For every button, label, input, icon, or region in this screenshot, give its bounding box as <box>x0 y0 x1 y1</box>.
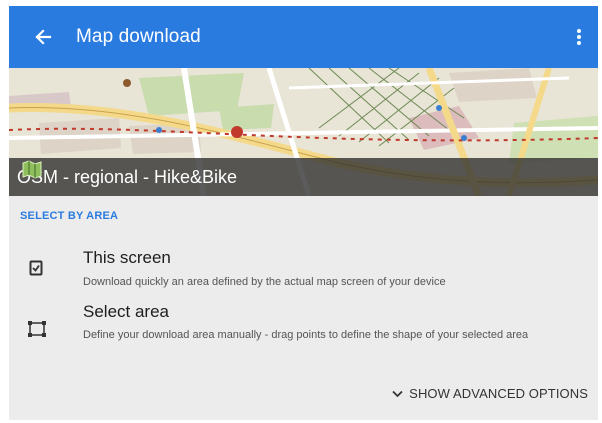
page-title: Map download <box>76 26 201 47</box>
option-description: Download quickly an area defined by the … <box>83 276 446 288</box>
show-advanced-options-label: SHOW ADVANCED OPTIONS <box>409 386 588 401</box>
option-select-area[interactable]: Select area Define your download area ma… <box>9 300 598 364</box>
more-vertical-icon <box>577 29 581 45</box>
screen-check-icon <box>29 260 43 276</box>
map-preview[interactable]: OSM - regional - Hike&Bike <box>9 68 598 196</box>
option-this-screen[interactable]: This screen Download quickly an area def… <box>9 244 598 294</box>
map-layer-icon <box>22 160 42 179</box>
app-bar: Map download <box>9 6 598 68</box>
option-title: Select area <box>83 302 169 321</box>
back-button[interactable] <box>32 26 54 48</box>
section-header: SELECT BY AREA <box>20 210 119 222</box>
app-screen: Map download OSM - regional - Hike&Bike … <box>9 6 598 420</box>
option-title: This screen <box>83 248 171 267</box>
overflow-menu-button[interactable] <box>568 25 590 49</box>
map-name: OSM - regional - Hike&Bike <box>17 166 238 187</box>
arrow-left-icon <box>35 29 52 45</box>
show-advanced-options-button[interactable]: SHOW ADVANCED OPTIONS <box>392 386 588 401</box>
map-caption-bar: OSM - regional - Hike&Bike <box>9 158 598 196</box>
option-description: Define your download area manually - dra… <box>83 329 529 341</box>
select-area-icon <box>28 321 46 337</box>
chevron-down-icon <box>392 390 403 397</box>
